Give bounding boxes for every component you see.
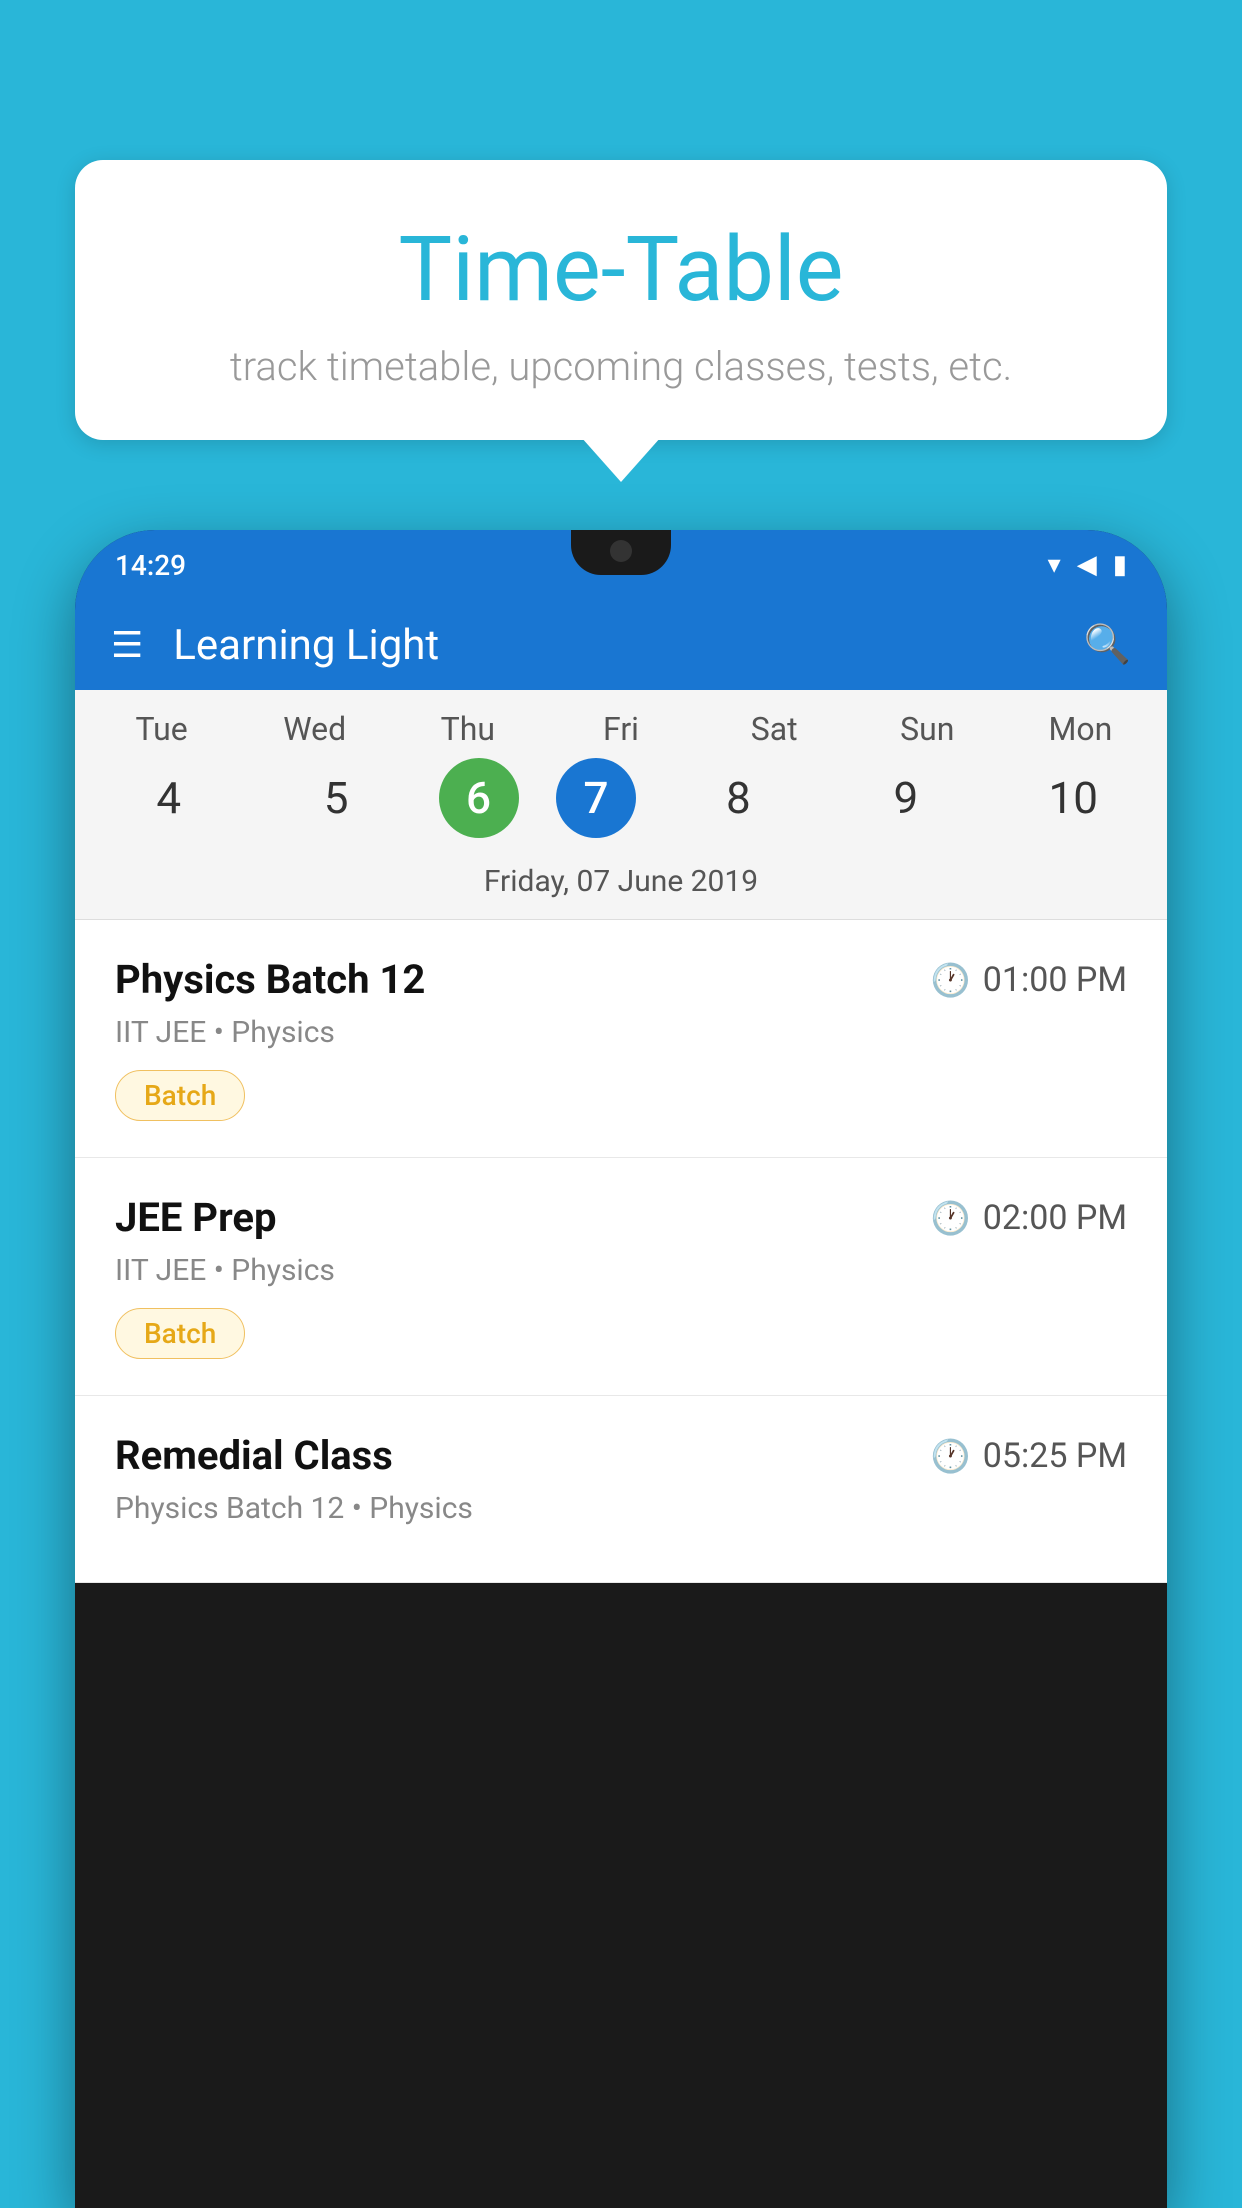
class-item-1[interactable]: Physics Batch 12 🕐 01:00 PM IIT JEE • Ph… [75,920,1167,1158]
day-8[interactable]: 8 [673,758,803,838]
class-name-1: Physics Batch 12 [115,956,425,1003]
wifi-icon: ▾ [1048,550,1061,580]
status-icons: ▾ ◀ ▮ [1048,550,1127,580]
batch-badge-2: Batch [115,1308,245,1359]
day-header-tue: Tue [97,710,227,748]
day-header-sat: Sat [709,710,839,748]
clock-icon-3: 🕐 [931,1437,971,1475]
batch-badge-1: Batch [115,1070,245,1121]
day-7-selected[interactable]: 7 [556,758,636,838]
class-item-1-header: Physics Batch 12 🕐 01:00 PM [115,956,1127,1003]
day-5[interactable]: 5 [271,758,401,838]
class-meta-1: IIT JEE • Physics [115,1015,1127,1050]
status-time: 14:29 [115,549,186,582]
tooltip-title: Time-Table [155,220,1087,319]
day-header-thu: Thu [403,710,533,748]
status-bar: 14:29 ▾ ◀ ▮ [75,530,1167,600]
day-header-mon: Mon [1015,710,1145,748]
class-meta-2: IIT JEE • Physics [115,1253,1127,1288]
tooltip-card: Time-Table track timetable, upcoming cla… [75,160,1167,440]
hamburger-icon[interactable]: ☰ [111,624,143,666]
class-item-3-header: Remedial Class 🕐 05:25 PM [115,1432,1127,1479]
class-item-3[interactable]: Remedial Class 🕐 05:25 PM Physics Batch … [75,1396,1167,1583]
day-header-sun: Sun [862,710,992,748]
day-9[interactable]: 9 [841,758,971,838]
search-icon[interactable]: 🔍 [1084,623,1131,667]
battery-icon: ▮ [1113,550,1127,580]
class-time-3: 🕐 05:25 PM [931,1436,1127,1476]
clock-icon-1: 🕐 [931,961,971,999]
tooltip-subtitle: track timetable, upcoming classes, tests… [155,343,1087,390]
class-time-1: 🕐 01:00 PM [931,960,1127,1000]
clock-icon-2: 🕐 [931,1199,971,1237]
class-item-2-header: JEE Prep 🕐 02:00 PM [115,1194,1127,1241]
class-name-3: Remedial Class [115,1432,393,1479]
day-header-wed: Wed [250,710,380,748]
signal-icon: ◀ [1077,550,1097,580]
app-header: ☰ Learning Light 🔍 [75,600,1167,690]
notch [571,530,671,575]
app-title: Learning Light [173,621,1053,670]
class-meta-3: Physics Batch 12 • Physics [115,1491,1127,1526]
calendar-strip: Tue Wed Thu Fri Sat Sun Mon 4 5 6 7 8 9 … [75,690,1167,920]
class-item-2[interactable]: JEE Prep 🕐 02:00 PM IIT JEE • Physics Ba… [75,1158,1167,1396]
class-name-2: JEE Prep [115,1194,276,1241]
class-time-2: 🕐 02:00 PM [931,1198,1127,1238]
day-numbers: 4 5 6 7 8 9 10 [75,758,1167,838]
day-headers: Tue Wed Thu Fri Sat Sun Mon [75,710,1167,748]
selected-date-label: Friday, 07 June 2019 [75,854,1167,920]
day-10[interactable]: 10 [1008,758,1138,838]
phone-frame: 14:29 ▾ ◀ ▮ ☰ Learning Light 🔍 Tue Wed T… [75,530,1167,2208]
day-4[interactable]: 4 [104,758,234,838]
day-6-today[interactable]: 6 [439,758,519,838]
class-list: Physics Batch 12 🕐 01:00 PM IIT JEE • Ph… [75,920,1167,1583]
camera-icon [610,540,632,562]
day-header-fri: Fri [556,710,686,748]
